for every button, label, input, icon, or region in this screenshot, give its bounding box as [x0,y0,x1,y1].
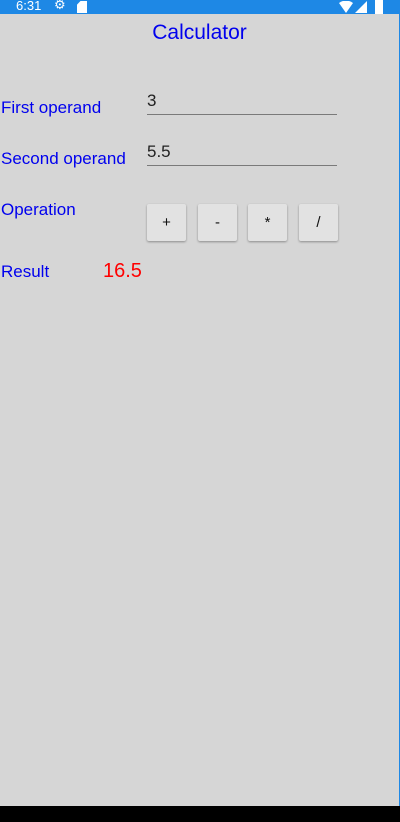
second-operand-label: Second operand [1,149,126,168]
subtract-button[interactable]: - [198,204,237,241]
sd-card-icon [77,1,87,13]
gear-icon: ⚙ [54,0,66,12]
page-title: Calculator [152,21,247,44]
add-button[interactable]: + [147,204,186,241]
result-value: 16.5 [103,260,142,282]
wifi-icon [339,1,353,13]
calculator-page: Calculator First operand Second operand … [0,14,400,806]
first-operand-input[interactable] [147,88,337,115]
signal-icon [355,1,367,13]
navigation-bar [0,806,400,822]
second-operand-input[interactable] [147,139,337,166]
result-label: Result [1,262,50,281]
multiply-button[interactable]: * [248,204,287,241]
status-time: 6:31 [16,0,42,13]
status-bar: 6:31 ⚙ [0,0,400,14]
first-operand-label: First operand [1,98,102,117]
battery-icon [375,0,383,14]
operation-label: Operation [1,200,76,219]
divide-button[interactable]: / [299,204,338,241]
